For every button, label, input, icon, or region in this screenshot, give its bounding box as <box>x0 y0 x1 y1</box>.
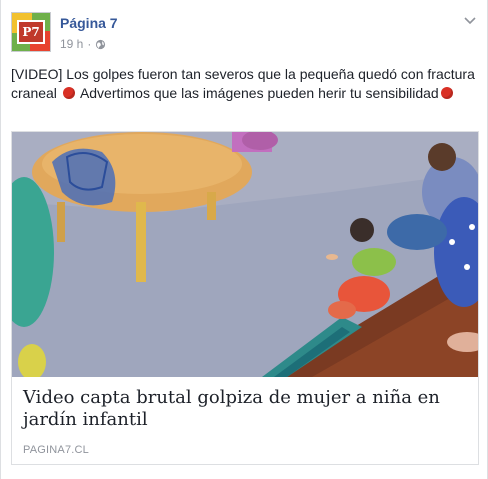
link-preview-card[interactable]: Video capta brutal golpiza de mujer a ni… <box>11 131 479 465</box>
chevron-down-icon[interactable] <box>463 14 477 28</box>
post-header: P7 Página 7 19 h · <box>11 12 477 56</box>
post-meta: 19 h · <box>60 37 106 51</box>
link-text-area: Video capta brutal golpiza de mujer a ni… <box>12 377 478 464</box>
avatar-logo-text: P7 <box>22 25 40 39</box>
facebook-post: P7 Página 7 19 h · [VIDEO] Los golpes fu… <box>0 0 488 479</box>
link-title[interactable]: Video capta brutal golpiza de mujer a ni… <box>23 387 467 431</box>
link-domain: PAGINA7.CL <box>23 444 89 456</box>
video-thumbnail-image[interactable] <box>12 132 478 377</box>
page-name-link[interactable]: Página 7 <box>60 15 118 31</box>
meta-separator: · <box>87 37 92 51</box>
globe-icon[interactable] <box>95 39 106 50</box>
page-avatar[interactable]: P7 <box>11 12 51 52</box>
red-circle-emoji <box>62 87 75 99</box>
post-timestamp[interactable]: 19 h <box>60 37 83 51</box>
post-message: [VIDEO] Los golpes fueron tan severos qu… <box>11 65 477 103</box>
red-circle-emoji <box>440 87 453 99</box>
post-message-part2: Advertimos que las imágenes pueden herir… <box>79 85 439 101</box>
avatar-logo: P7 <box>17 20 45 44</box>
